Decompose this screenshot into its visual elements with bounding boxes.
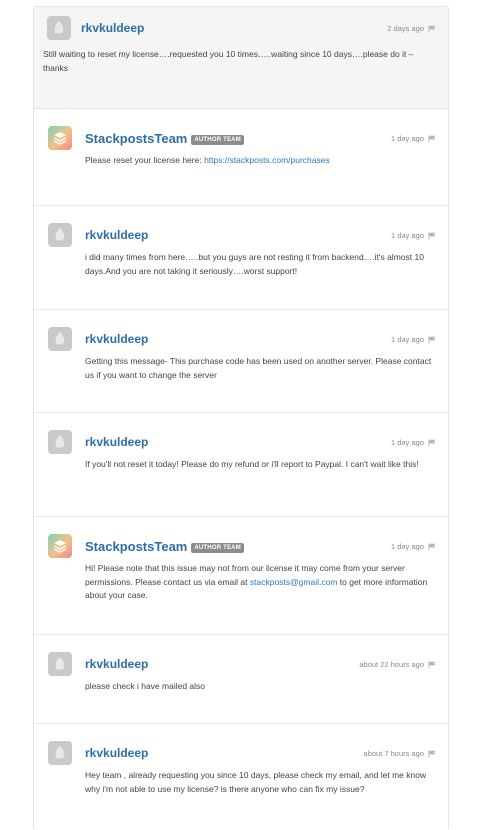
- author-name[interactable]: rkvkuldeep: [85, 435, 148, 449]
- author-team-badge: AUTHOR TEAM: [191, 543, 244, 553]
- comment-text: Please reset your license here:: [85, 155, 205, 165]
- comment-body: Hey team , already requesting you since …: [85, 770, 427, 794]
- author-name[interactable]: rkvkuldeep: [81, 21, 144, 35]
- reply-item: StackpostsTeam AUTHOR TEAM 1 day ago Plea…: [34, 109, 448, 206]
- comment-body: Hi! Please note that this issue may not …: [85, 562, 437, 603]
- author-name[interactable]: rkvkuldeep: [85, 746, 148, 760]
- comment-time: 1 day ago: [391, 134, 424, 143]
- reply-item: rkvkuldeep 1 day ago Getting this messag…: [34, 310, 448, 413]
- flag-icon[interactable]: [428, 135, 436, 143]
- reply-item: rkvkuldeep about 7 hours ago Hey team , …: [34, 724, 448, 830]
- team-avatar[interactable]: [48, 126, 72, 150]
- reply-item: rkvkuldeep 1 day ago i did many times fr…: [34, 206, 448, 310]
- default-user-avatar-icon: [55, 746, 65, 759]
- comment-body: Please reset your license here: https://…: [85, 154, 437, 168]
- comment-time: 1 day ago: [391, 438, 424, 447]
- comment-time: 1 day ago: [391, 542, 424, 551]
- flag-icon[interactable]: [428, 336, 436, 344]
- comment-body: i did many times from here…..but you guy…: [85, 252, 424, 276]
- original-comment: rkvkuldeep 2 days ago Still waiting to r…: [34, 7, 448, 109]
- default-user-avatar-icon: [55, 657, 65, 670]
- default-user-avatar-icon: [55, 228, 65, 241]
- comment-body: If you'll not reset it today! Please do …: [85, 459, 419, 469]
- flag-icon[interactable]: [428, 232, 436, 240]
- purchases-link[interactable]: https://stackposts.com/purchases: [204, 155, 330, 165]
- author-team-badge: AUTHOR TEAM: [191, 135, 244, 145]
- user-avatar[interactable]: [47, 16, 71, 40]
- user-avatar[interactable]: [48, 652, 72, 676]
- flag-icon[interactable]: [428, 750, 436, 758]
- comment-time: about 22 hours ago: [359, 660, 424, 669]
- comment-author[interactable]: StackpostsTeam AUTHOR TEAM: [85, 539, 244, 554]
- author-name[interactable]: StackpostsTeam: [85, 539, 187, 554]
- comment-time: 1 day ago: [391, 335, 424, 344]
- default-user-avatar-icon: [55, 435, 65, 448]
- user-avatar[interactable]: [48, 223, 72, 247]
- author-name[interactable]: StackpostsTeam: [85, 131, 187, 146]
- comment-meta: 1 day ago: [391, 231, 436, 240]
- user-avatar[interactable]: [48, 741, 72, 765]
- stackposts-logo-icon: [53, 540, 67, 553]
- comment-time: about 7 hours ago: [363, 749, 424, 758]
- comment-author[interactable]: rkvkuldeep: [85, 746, 148, 760]
- comment-meta: 1 day ago: [391, 542, 436, 551]
- user-avatar[interactable]: [48, 430, 72, 454]
- comment-meta: 1 day ago: [391, 134, 436, 143]
- comment-author[interactable]: rkvkuldeep: [81, 21, 144, 35]
- reply-item: rkvkuldeep 1 day ago If you'll not reset…: [34, 413, 448, 517]
- comment-time: 2 days ago: [387, 24, 424, 33]
- stackposts-logo-icon: [53, 132, 67, 145]
- comment-author[interactable]: rkvkuldeep: [85, 435, 148, 449]
- comment-body: Still waiting to reset my license….reque…: [43, 49, 414, 73]
- comment-time: 1 day ago: [391, 231, 424, 240]
- comment-author[interactable]: StackpostsTeam AUTHOR TEAM: [85, 131, 244, 146]
- flag-icon[interactable]: [428, 25, 436, 33]
- comment-meta: 1 day ago: [391, 335, 436, 344]
- author-name[interactable]: rkvkuldeep: [85, 332, 148, 346]
- flag-icon[interactable]: [428, 543, 436, 551]
- email-link[interactable]: stackposts@gmail.com: [250, 577, 338, 587]
- flag-icon[interactable]: [428, 439, 436, 447]
- comment-author[interactable]: rkvkuldeep: [85, 332, 148, 346]
- comment-meta: 2 days ago: [387, 24, 436, 33]
- comment-body: please check i have mailed also: [85, 681, 206, 691]
- comment-author[interactable]: rkvkuldeep: [85, 657, 148, 671]
- team-avatar[interactable]: [48, 534, 72, 558]
- default-user-avatar-icon: [55, 332, 65, 345]
- comment-author[interactable]: rkvkuldeep: [85, 228, 148, 242]
- author-name[interactable]: rkvkuldeep: [85, 228, 148, 242]
- comment-meta: 1 day ago: [391, 438, 436, 447]
- reply-item: StackpostsTeam AUTHOR TEAM 1 day ago Hi! …: [34, 517, 448, 635]
- user-avatar[interactable]: [48, 327, 72, 351]
- comment-meta: about 7 hours ago: [364, 749, 436, 758]
- reply-item: rkvkuldeep about 22 hours ago please che…: [34, 635, 448, 724]
- flag-icon[interactable]: [428, 661, 436, 669]
- comment-meta: about 22 hours ago: [359, 660, 436, 669]
- default-user-avatar-icon: [54, 21, 64, 34]
- comment-thread: rkvkuldeep 2 days ago Still waiting to r…: [33, 6, 449, 830]
- author-name[interactable]: rkvkuldeep: [85, 657, 148, 671]
- comment-body: Getting this message- This purchase code…: [85, 356, 432, 380]
